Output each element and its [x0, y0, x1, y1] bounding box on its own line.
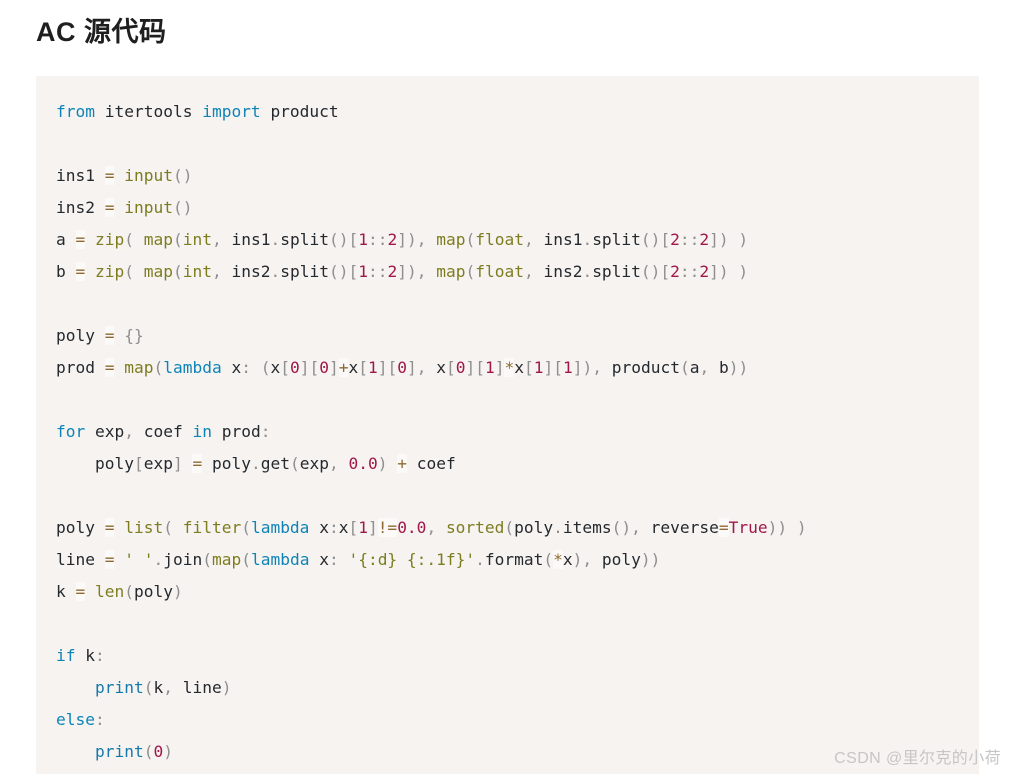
page-title: AC 源代码	[36, 17, 167, 47]
source-code: from itertools import product ins1 = inp…	[56, 102, 807, 761]
code-block: from itertools import product ins1 = inp…	[36, 76, 979, 774]
csdn-watermark: CSDN @里尔克的小荷	[834, 750, 1001, 767]
